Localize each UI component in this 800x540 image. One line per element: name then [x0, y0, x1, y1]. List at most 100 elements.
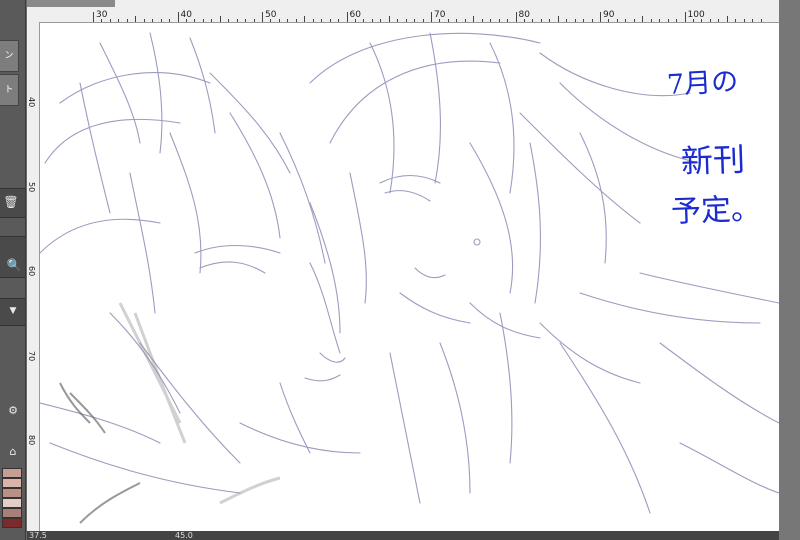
ruler-top: 30 40 50 60 70 80 90 100 — [27, 0, 779, 23]
ruler-top-tick — [177, 12, 179, 22]
ruler-top-tick — [431, 12, 432, 22]
ruler-top-tick — [295, 19, 297, 22]
color-swatch[interactable] — [2, 508, 22, 518]
ruler-left-label: 70 — [27, 350, 36, 361]
ruler-top-tick — [338, 19, 340, 22]
rotation-readout[interactable]: 45.0 — [175, 531, 193, 540]
color-swatch[interactable] — [2, 518, 22, 528]
ruler-top-tick — [287, 19, 289, 22]
ruler-top-tick — [126, 19, 128, 22]
color-swatch[interactable] — [2, 498, 22, 508]
ruler-top-tick — [464, 19, 466, 22]
ruler-top-tick — [219, 16, 221, 22]
ruler-top-tick — [321, 19, 323, 22]
ruler-left-label: 40 — [27, 97, 36, 108]
palette-tab-second[interactable]: ト — [0, 74, 19, 106]
ruler-top-tick — [160, 19, 162, 22]
ruler-top-tick — [152, 19, 154, 22]
ruler-top-tick — [236, 19, 238, 22]
ruler-left-label: 50 — [27, 181, 36, 192]
ruler-top-tick — [633, 19, 635, 22]
ruler-left: 40 50 60 70 80 — [27, 22, 40, 532]
ruler-top-tick — [270, 19, 272, 22]
drawing-canvas[interactable]: 7月の 新刊 予定。 — [40, 23, 779, 531]
ruler-top-tick — [523, 19, 525, 22]
ruler-top-tick — [608, 19, 610, 22]
ruler-top-tick — [118, 19, 120, 22]
ruler-top-tick — [583, 19, 585, 22]
ruler-top-tick — [439, 19, 441, 22]
ruler-top-tick — [735, 19, 737, 22]
ruler-top-tick — [304, 16, 306, 22]
ruler-top-tick — [709, 19, 711, 22]
ruler-top-tick — [447, 19, 449, 22]
ruler-top-tick — [414, 19, 416, 22]
left-palette-panel: ン ト 🗑 🔍 ▼ ⚙ ⌂ — [0, 0, 26, 540]
right-panel-edge — [779, 0, 800, 540]
ruler-top-tick — [667, 19, 669, 22]
canvas-tab[interactable] — [27, 0, 115, 7]
color-swatch[interactable] — [2, 478, 22, 488]
palette-tab-top[interactable]: ン — [0, 40, 19, 72]
ruler-top-tick — [642, 16, 644, 22]
annotation-line: 新刊 — [680, 140, 746, 181]
annotation-line: 予定。 — [670, 191, 762, 230]
ruler-top-tick — [726, 16, 728, 22]
ruler-top-tick — [557, 16, 559, 22]
status-bar: 37.5 45.0 — [27, 531, 779, 540]
ruler-top-tick — [676, 19, 678, 22]
ruler-top-tick — [109, 19, 111, 22]
ruler-top-tick — [253, 19, 255, 22]
ruler-top-tick — [93, 12, 94, 22]
ruler-top-tick — [143, 19, 145, 22]
ruler-top-tick — [228, 19, 230, 22]
color-swatch[interactable] — [2, 468, 22, 478]
ruler-top-tick — [684, 12, 686, 22]
ruler-top-tick — [245, 19, 247, 22]
ruler-top-tick — [422, 19, 424, 22]
ruler-top-tick — [650, 19, 652, 22]
ruler-top-tick — [490, 19, 492, 22]
ruler-top-tick — [625, 19, 627, 22]
chevron-down-icon[interactable]: ▼ — [4, 302, 22, 320]
handwritten-annotation: 7月の 新刊 予定。 — [666, 66, 777, 288]
ruler-top-tick — [498, 19, 500, 22]
zoom-icon[interactable]: 🔍 — [5, 256, 23, 274]
ruler-top-tick — [169, 19, 171, 22]
ruler-top-tick — [262, 12, 263, 22]
lock-icon[interactable]: ⌂ — [4, 443, 22, 461]
ruler-top-tick — [388, 16, 390, 22]
ruler-top-tick — [752, 19, 754, 22]
ruler-top-tick — [616, 19, 618, 22]
ruler-top-tick — [397, 19, 399, 22]
ruler-top-tick — [692, 19, 694, 22]
ruler-top-tick — [515, 12, 517, 22]
zoom-readout[interactable]: 37.5 — [29, 531, 47, 540]
ruler-top-tick — [329, 19, 331, 22]
ruler-top-tick — [202, 19, 204, 22]
trash-icon[interactable]: 🗑 — [2, 193, 20, 211]
ruler-top-tick — [405, 19, 407, 22]
ruler-top-tick — [363, 19, 365, 22]
ruler-top-tick — [591, 19, 593, 22]
ruler-top-tick — [101, 19, 103, 22]
ruler-top-tick — [380, 19, 382, 22]
ruler-top-tick — [507, 19, 509, 22]
ruler-top-tick — [718, 19, 720, 22]
ruler-top-tick — [473, 16, 475, 22]
ruler-top-tick — [743, 19, 745, 22]
ruler-left-label: 60 — [27, 266, 36, 277]
ruler-top-tick — [278, 19, 280, 22]
ruler-top-tick — [354, 19, 356, 22]
wrench-icon[interactable]: ⚙ — [4, 402, 22, 420]
ruler-top-tick — [760, 19, 762, 22]
ruler-top-tick — [312, 19, 314, 22]
annotation-line: 7月の — [666, 66, 739, 101]
ruler-top-tick — [701, 19, 703, 22]
ruler-top-tick — [346, 12, 348, 22]
ruler-top-tick — [135, 16, 137, 22]
ruler-top-tick — [481, 19, 483, 22]
ruler-top-tick — [211, 19, 213, 22]
ruler-top-tick — [549, 19, 551, 22]
color-swatch[interactable] — [2, 488, 22, 498]
